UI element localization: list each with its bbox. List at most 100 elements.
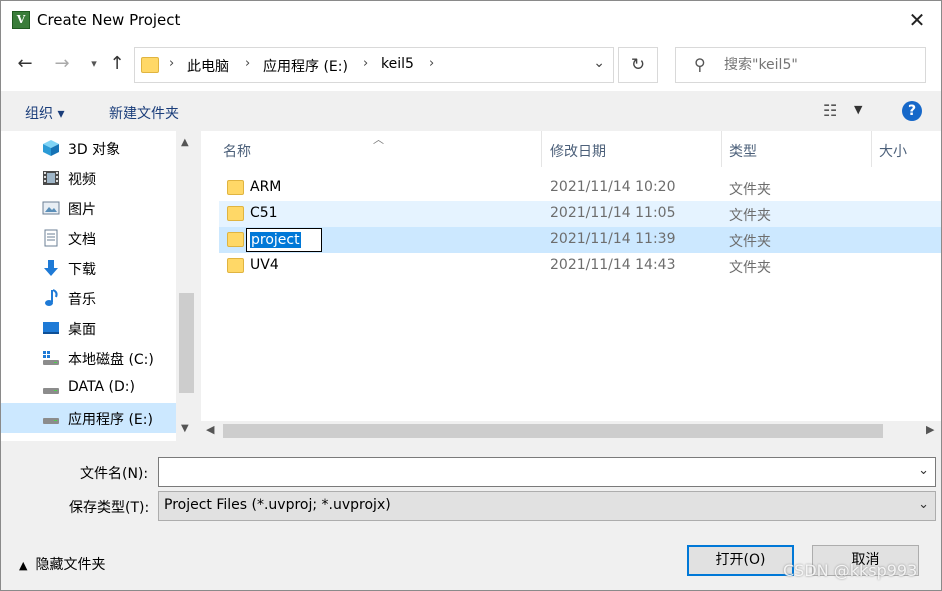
- organize-menu-button[interactable]: 组织 ▾: [25, 103, 64, 123]
- scrollbar-thumb[interactable]: [179, 293, 194, 393]
- sidebar-item-videos[interactable]: 视频: [1, 163, 176, 193]
- sidebar-item-desktop[interactable]: 桌面: [1, 313, 176, 343]
- system-drive-icon: [43, 351, 59, 365]
- sidebar-item-label: 图片: [68, 202, 96, 218]
- title-bar: V Create New Project ✕: [1, 1, 941, 39]
- column-header-size[interactable]: 大小: [879, 141, 907, 161]
- column-header-name[interactable]: 名称: [223, 141, 251, 161]
- breadcrumb-this-pc[interactable]: 此电脑: [187, 56, 229, 76]
- sidebar-item-documents[interactable]: 文档: [1, 223, 176, 253]
- sidebar-item-label: 文档: [68, 232, 96, 248]
- sidebar-item-drive-c[interactable]: 本地磁盘 (C:): [1, 343, 176, 373]
- drive-icon: [43, 388, 59, 394]
- breadcrumb-chevron-icon[interactable]: ›: [169, 56, 174, 71]
- chevron-up-icon: ▲: [19, 559, 28, 572]
- open-button[interactable]: 打开(O): [687, 545, 794, 576]
- navigation-pane: 3D 对象 视频 图片 文档 下载 音乐 桌面 本地磁盘 (C:) DATA (…: [1, 131, 197, 441]
- filename-input[interactable]: [163, 462, 903, 482]
- sidebar-item-3d-objects[interactable]: 3D 对象: [1, 133, 176, 163]
- file-date: 2021/11/14 11:39: [550, 231, 676, 247]
- address-dropdown-chevron-icon[interactable]: ⌄: [593, 55, 605, 71]
- save-dialog: V Create New Project ✕ ← → ▾ ↑ › 此电脑 › 应…: [0, 0, 942, 591]
- close-button[interactable]: ✕: [899, 5, 935, 35]
- search-box[interactable]: ⚲: [675, 47, 926, 83]
- cube-icon: [43, 140, 59, 156]
- chevron-down-icon[interactable]: ⌄: [918, 497, 929, 512]
- column-divider[interactable]: [871, 131, 872, 167]
- breadcrumb-chevron-icon[interactable]: ›: [429, 56, 434, 71]
- window-title: Create New Project: [37, 11, 181, 29]
- column-divider[interactable]: [721, 131, 722, 167]
- column-divider[interactable]: [541, 131, 542, 167]
- table-row[interactable]: project 2021/11/14 11:39 文件夹: [219, 227, 941, 253]
- pictures-icon: [42, 201, 60, 215]
- scroll-down-icon[interactable]: ▼: [181, 423, 189, 434]
- sidebar-item-label: 视频: [68, 172, 96, 188]
- navigation-bar: ← → ▾ ↑ › 此电脑 › 应用程序 (E:) › keil5 › ⌄ ↻ …: [1, 39, 941, 91]
- sidebar-item-label: 应用程序 (E:): [68, 412, 153, 428]
- file-type: 文件夹: [729, 234, 771, 250]
- file-type: 文件夹: [729, 182, 771, 198]
- sidebar-item-drive-d[interactable]: DATA (D:): [1, 373, 176, 403]
- horizontal-scrollbar[interactable]: ◀ ▶: [201, 421, 941, 441]
- document-icon: [44, 229, 58, 247]
- sidebar-item-pictures[interactable]: 图片: [1, 193, 176, 223]
- new-folder-button[interactable]: 新建文件夹: [109, 103, 179, 123]
- filetype-selected-value: Project Files (*.uvproj; *.uvprojx): [164, 497, 391, 513]
- forward-arrow-icon[interactable]: →: [51, 53, 73, 75]
- breadcrumb-keil5[interactable]: keil5: [381, 56, 414, 72]
- view-dropdown-chevron-icon[interactable]: ▼: [854, 103, 862, 116]
- scroll-up-icon[interactable]: ▲: [181, 137, 189, 148]
- sidebar-item-label: 3D 对象: [68, 142, 121, 158]
- folder-icon: [227, 180, 244, 195]
- sidebar-item-label: 音乐: [68, 292, 96, 308]
- table-row[interactable]: UV4 2021/11/14 14:43 文件夹: [219, 253, 941, 279]
- download-icon: [44, 260, 58, 276]
- sidebar-item-downloads[interactable]: 下载: [1, 253, 176, 283]
- filetype-select[interactable]: Project Files (*.uvproj; *.uvprojx) ⌄: [158, 491, 936, 521]
- music-icon: [45, 289, 58, 306]
- breadcrumb-drive-e[interactable]: 应用程序 (E:): [263, 56, 348, 76]
- sidebar-scrollbar[interactable]: ▲ ▼: [176, 131, 197, 441]
- filename-combobox[interactable]: ⌄: [158, 457, 936, 487]
- watermark-text: CSDN @kksp993: [783, 561, 918, 580]
- sidebar-item-label: DATA (D:): [68, 379, 135, 395]
- rename-input[interactable]: project: [246, 228, 322, 252]
- column-header-date[interactable]: 修改日期: [550, 141, 606, 161]
- back-arrow-icon[interactable]: ←: [14, 53, 36, 75]
- scroll-right-icon[interactable]: ▶: [926, 423, 934, 436]
- search-icon: ⚲: [694, 55, 706, 74]
- file-date: 2021/11/14 11:05: [550, 205, 676, 221]
- hide-folders-toggle[interactable]: ▲ 隐藏文件夹: [19, 554, 105, 574]
- scroll-left-icon[interactable]: ◀: [206, 423, 214, 436]
- chevron-down-icon[interactable]: ⌄: [918, 463, 929, 478]
- file-type: 文件夹: [729, 208, 771, 224]
- keil-app-icon: V: [12, 11, 30, 29]
- recent-locations-chevron-icon[interactable]: ▾: [83, 53, 105, 75]
- breadcrumb-chevron-icon[interactable]: ›: [363, 56, 368, 71]
- sidebar-item-drive-e[interactable]: 应用程序 (E:): [1, 403, 176, 433]
- address-bar[interactable]: › 此电脑 › 应用程序 (E:) › keil5 › ⌄: [134, 47, 614, 83]
- file-name: ARM: [250, 179, 282, 195]
- sidebar-item-label: 下载: [68, 262, 96, 278]
- file-type: 文件夹: [729, 260, 771, 276]
- up-arrow-icon[interactable]: ↑: [106, 53, 128, 75]
- sort-ascending-icon: ︿: [373, 133, 384, 146]
- view-options-icon[interactable]: ☷: [823, 101, 837, 120]
- filename-label: 文件名(N):: [80, 466, 149, 482]
- column-header-type[interactable]: 类型: [729, 141, 757, 161]
- file-date: 2021/11/14 10:20: [550, 179, 676, 195]
- scrollbar-thumb[interactable]: [223, 424, 883, 438]
- hide-folders-label: 隐藏文件夹: [35, 557, 106, 573]
- breadcrumb-chevron-icon[interactable]: ›: [245, 56, 250, 71]
- video-icon: [43, 171, 59, 185]
- folder-icon: [227, 232, 244, 247]
- sidebar-item-label: 本地磁盘 (C:): [68, 352, 154, 368]
- refresh-button[interactable]: ↻: [618, 47, 658, 83]
- sidebar-item-music[interactable]: 音乐: [1, 283, 176, 313]
- table-row[interactable]: C51 2021/11/14 11:05 文件夹: [219, 201, 941, 227]
- table-row[interactable]: ARM 2021/11/14 10:20 文件夹: [219, 175, 941, 201]
- folder-icon: [227, 206, 244, 221]
- search-input[interactable]: [724, 55, 914, 75]
- help-icon[interactable]: ?: [902, 101, 922, 121]
